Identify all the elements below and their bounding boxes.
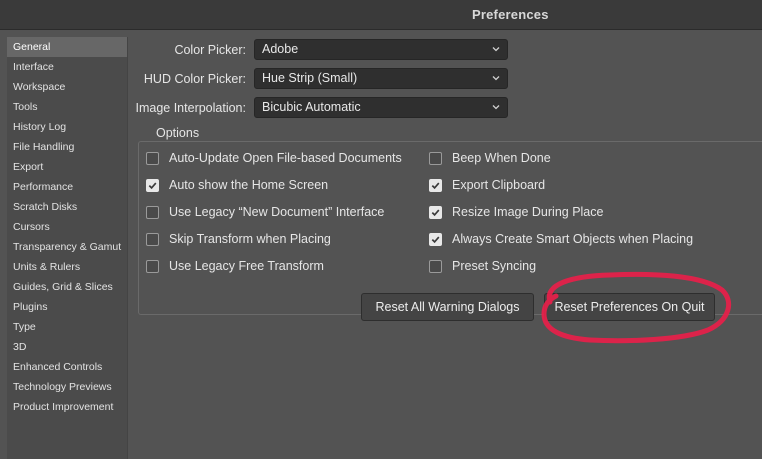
checkbox[interactable]	[429, 151, 442, 165]
reset-preferences-on-quit-button[interactable]: Reset Preferences On Quit	[544, 293, 715, 321]
option-label: Beep When Done	[452, 151, 551, 165]
options-group	[138, 141, 762, 315]
hud-color-picker-value: Hue Strip (Small)	[262, 71, 358, 85]
option-legacy-new-document[interactable]: Use Legacy “New Document” Interface	[146, 203, 384, 221]
option-label: Skip Transform when Placing	[169, 232, 331, 246]
title-bar: Preferences	[0, 0, 762, 30]
sidebar-item-interface[interactable]: Interface	[7, 57, 127, 77]
sidebar-item-units-rulers[interactable]: Units & Rulers	[7, 257, 127, 277]
sidebar-item-transparency-gamut[interactable]: Transparency & Gamut	[7, 237, 127, 257]
option-label: Always Create Smart Objects when Placing	[452, 232, 694, 246]
option-always-create-smart-objects[interactable]: Always Create Smart Objects when Placing	[429, 230, 693, 248]
sidebar: General Interface Workspace Tools Histor…	[7, 37, 128, 459]
chevron-down-icon	[492, 105, 500, 110]
checkmark-icon	[431, 209, 440, 216]
option-label: Preset Syncing	[452, 259, 537, 273]
preferences-window: Preferences General Interface Workspace …	[0, 0, 762, 459]
sidebar-item-workspace[interactable]: Workspace	[7, 77, 127, 97]
checkbox[interactable]	[146, 205, 159, 219]
option-auto-update-documents[interactable]: Auto-Update Open File-based Documents	[146, 149, 402, 167]
chevron-down-icon	[492, 47, 500, 52]
checkbox[interactable]	[146, 259, 159, 273]
sidebar-item-cursors[interactable]: Cursors	[7, 217, 127, 237]
sidebar-item-scratch-disks[interactable]: Scratch Disks	[7, 197, 127, 217]
sidebar-item-enhanced-controls[interactable]: Enhanced Controls	[7, 357, 127, 377]
sidebar-item-file-handling[interactable]: File Handling	[7, 137, 127, 157]
image-interpolation-label: Image Interpolation:	[135, 101, 247, 115]
image-interpolation-select[interactable]: Bicubic Automatic	[254, 97, 508, 118]
color-picker-row: Color Picker:	[128, 39, 250, 61]
option-export-clipboard[interactable]: Export Clipboard	[429, 176, 545, 194]
option-beep-when-done[interactable]: Beep When Done	[429, 149, 551, 167]
sidebar-item-export[interactable]: Export	[7, 157, 127, 177]
checkbox-checked[interactable]	[429, 178, 442, 192]
color-picker-value: Adobe	[262, 42, 299, 56]
option-preset-syncing[interactable]: Preset Syncing	[429, 257, 536, 275]
checkbox[interactable]	[146, 232, 159, 246]
option-resize-image-during-place[interactable]: Resize Image During Place	[429, 203, 603, 221]
checkbox[interactable]	[429, 259, 442, 273]
option-label: Resize Image During Place	[452, 205, 604, 219]
image-interpolation-row: Image Interpolation:	[128, 97, 250, 119]
sidebar-item-history-log[interactable]: History Log	[7, 117, 127, 137]
option-skip-transform-placing[interactable]: Skip Transform when Placing	[146, 230, 331, 248]
checkbox-checked[interactable]	[429, 205, 442, 219]
checkmark-icon	[431, 182, 440, 189]
sidebar-item-guides-grid-slices[interactable]: Guides, Grid & Slices	[7, 277, 127, 297]
sidebar-item-general[interactable]: General	[7, 37, 127, 57]
option-label: Auto show the Home Screen	[169, 178, 329, 192]
checkmark-icon	[148, 182, 157, 189]
options-legend: Options	[150, 126, 206, 140]
option-label: Use Legacy Free Transform	[169, 259, 324, 273]
option-label: Auto-Update Open File-based Documents	[169, 151, 402, 165]
option-auto-show-home-screen[interactable]: Auto show the Home Screen	[146, 176, 328, 194]
checkmark-icon	[431, 236, 440, 243]
sidebar-item-3d[interactable]: 3D	[7, 337, 127, 357]
sidebar-item-technology-previews[interactable]: Technology Previews	[7, 377, 127, 397]
sidebar-item-product-improvement[interactable]: Product Improvement	[7, 397, 127, 417]
hud-color-picker-row: HUD Color Picker:	[128, 68, 250, 90]
checkbox-checked[interactable]	[429, 232, 442, 246]
general-settings-panel: Color Picker: Adobe HUD Color Picker: Hu…	[128, 30, 762, 459]
checkbox[interactable]	[146, 151, 159, 165]
option-label: Use Legacy “New Document” Interface	[169, 205, 385, 219]
hud-color-picker-select[interactable]: Hue Strip (Small)	[254, 68, 508, 89]
sidebar-item-type[interactable]: Type	[7, 317, 127, 337]
sidebar-item-performance[interactable]: Performance	[7, 177, 127, 197]
hud-color-picker-label: HUD Color Picker:	[143, 72, 246, 86]
checkbox-checked[interactable]	[146, 178, 159, 192]
color-picker-select[interactable]: Adobe	[254, 39, 508, 60]
chevron-down-icon	[492, 76, 500, 81]
sidebar-item-plugins[interactable]: Plugins	[7, 297, 127, 317]
reset-all-warning-dialogs-button[interactable]: Reset All Warning Dialogs	[361, 293, 534, 321]
option-legacy-free-transform[interactable]: Use Legacy Free Transform	[146, 257, 324, 275]
option-label: Export Clipboard	[452, 178, 546, 192]
sidebar-item-tools[interactable]: Tools	[7, 97, 127, 117]
window-title: Preferences	[472, 7, 549, 22]
color-picker-label: Color Picker:	[174, 43, 246, 57]
image-interpolation-value: Bicubic Automatic	[262, 100, 361, 114]
